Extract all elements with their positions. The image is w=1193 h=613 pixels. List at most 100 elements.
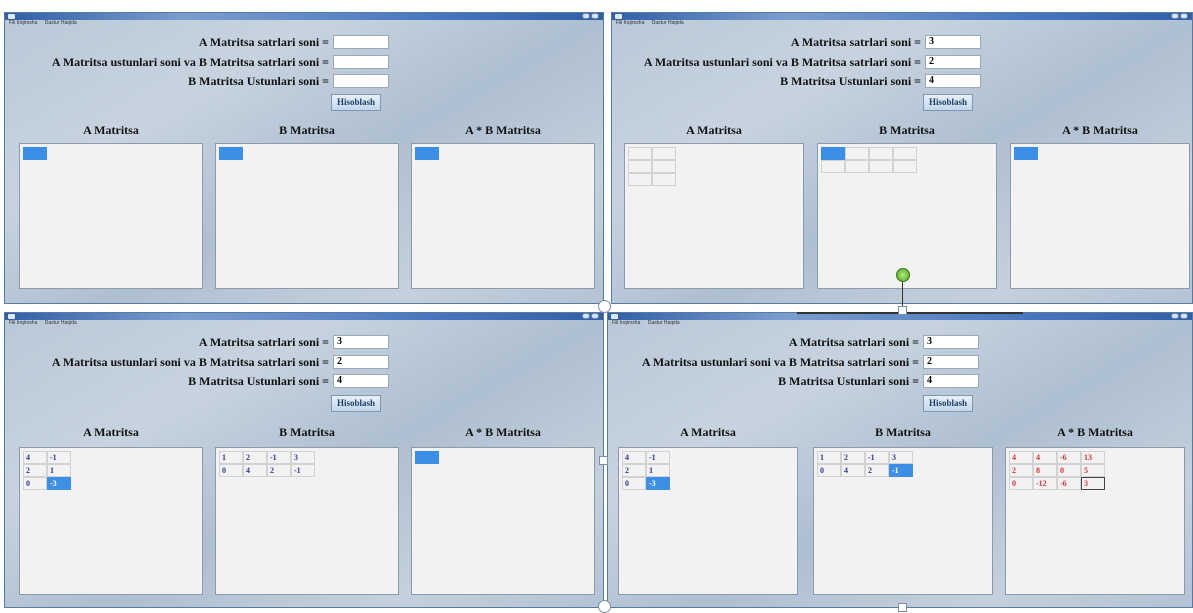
close-icon[interactable] xyxy=(1180,313,1188,319)
matrix-ab-cell[interactable] xyxy=(1014,147,1038,160)
matrix-b-cell[interactable]: 0 xyxy=(219,464,243,477)
matrix-a-cell[interactable]: 2 xyxy=(622,464,646,477)
matrix-b-cell[interactable]: -1 xyxy=(267,451,291,464)
matrix-a-cell[interactable] xyxy=(628,173,652,186)
menu-item-file[interactable]: Fili Inqirosha xyxy=(9,20,37,26)
matrix-ab-cell[interactable]: 8 xyxy=(1033,464,1057,477)
matrix-a-cell[interactable] xyxy=(652,173,676,186)
close-icon[interactable] xyxy=(591,313,599,319)
matrix-ab-cell[interactable]: 4 xyxy=(1033,451,1057,464)
a-rows-input[interactable]: 3 xyxy=(923,335,979,349)
matrix-b-cell[interactable]: 1 xyxy=(219,451,243,464)
matrix-b-cell[interactable] xyxy=(845,147,869,160)
resize-handle-icon[interactable] xyxy=(898,603,907,612)
matrix-b-grid[interactable] xyxy=(215,143,399,289)
matrix-ab-grid[interactable] xyxy=(411,447,595,595)
matrix-a-grid[interactable] xyxy=(19,143,203,289)
matrix-a-cell[interactable] xyxy=(652,160,676,173)
minimize-icon[interactable] xyxy=(1171,13,1179,19)
close-icon[interactable] xyxy=(591,13,599,19)
matrix-ab-cell[interactable] xyxy=(415,451,439,464)
rotation-handle-icon[interactable] xyxy=(896,268,910,282)
matrix-a-cell[interactable]: 0 xyxy=(23,477,47,490)
resize-corner-icon[interactable] xyxy=(598,600,611,613)
close-icon[interactable] xyxy=(1180,13,1188,19)
matrix-ab-cell[interactable]: -12 xyxy=(1033,477,1057,490)
a-rows-input[interactable]: 3 xyxy=(925,35,981,49)
matrix-ab-grid[interactable]: 4 4 -6 13 2 8 0 5 0 -12 -6 3 xyxy=(1005,447,1185,595)
matrix-b-grid[interactable] xyxy=(817,143,997,289)
matrix-ab-cell[interactable]: -6 xyxy=(1057,477,1081,490)
resize-handle-icon[interactable] xyxy=(599,456,608,465)
matrix-a-cell[interactable] xyxy=(628,160,652,173)
matrix-a-cell[interactable]: -1 xyxy=(47,451,71,464)
matrix-a-cell[interactable]: -3 xyxy=(646,477,670,490)
matrix-a-cell[interactable]: 0 xyxy=(622,477,646,490)
matrix-b-cell[interactable] xyxy=(845,160,869,173)
matrix-b-cell[interactable]: 3 xyxy=(291,451,315,464)
matrix-b-cell[interactable]: 4 xyxy=(243,464,267,477)
a-rows-input[interactable]: 3 xyxy=(333,335,389,349)
b-cols-input[interactable]: 4 xyxy=(333,374,389,388)
matrix-b-cell[interactable]: -1 xyxy=(865,451,889,464)
matrix-a-cell[interactable] xyxy=(628,147,652,160)
resize-handle-icon[interactable] xyxy=(898,306,907,315)
resize-corner-icon[interactable] xyxy=(598,300,611,313)
matrix-a-cell[interactable]: 2 xyxy=(23,464,47,477)
matrix-b-cell[interactable]: 2 xyxy=(865,464,889,477)
matrix-ab-cell[interactable]: 3 xyxy=(1081,477,1105,490)
matrix-a-grid[interactable] xyxy=(624,143,804,289)
matrix-a-cell[interactable]: -3 xyxy=(47,477,71,490)
calculate-button[interactable]: Hisoblash xyxy=(923,395,973,412)
matrix-a-grid[interactable]: 4 -1 2 1 0 -3 xyxy=(618,447,798,595)
matrix-a-cell[interactable]: 1 xyxy=(646,464,670,477)
menu-item-about[interactable]: Dastur Haqida xyxy=(652,20,684,26)
matrix-b-cell[interactable] xyxy=(893,160,917,173)
matrix-a-grid[interactable]: 4 -1 2 1 0 -3 xyxy=(19,447,203,595)
matrix-ab-cell[interactable] xyxy=(415,147,439,160)
matrix-a-cell[interactable]: 1 xyxy=(47,464,71,477)
calculate-button[interactable]: Hisoblash xyxy=(331,94,381,111)
b-cols-input[interactable]: 4 xyxy=(923,374,979,388)
matrix-b-cell[interactable]: 2 xyxy=(243,451,267,464)
a-cols-b-rows-input[interactable]: 2 xyxy=(923,355,979,369)
menu-item-file[interactable]: Fili Inqirosha xyxy=(612,320,640,326)
matrix-ab-grid[interactable] xyxy=(411,143,595,289)
a-cols-b-rows-input[interactable] xyxy=(333,55,389,69)
a-cols-b-rows-input[interactable]: 2 xyxy=(925,55,981,69)
b-cols-input[interactable] xyxy=(333,74,389,88)
b-cols-input[interactable]: 4 xyxy=(925,74,981,88)
calculate-button[interactable]: Hisoblash xyxy=(331,395,381,412)
matrix-a-cell[interactable] xyxy=(652,147,676,160)
matrix-b-cell[interactable] xyxy=(869,147,893,160)
minimize-icon[interactable] xyxy=(582,13,590,19)
matrix-ab-cell[interactable]: -6 xyxy=(1057,451,1081,464)
matrix-b-cell[interactable]: 0 xyxy=(817,464,841,477)
matrix-ab-grid[interactable] xyxy=(1010,143,1190,289)
menu-item-file[interactable]: Fili Inqirosha xyxy=(9,320,37,326)
matrix-b-cell[interactable] xyxy=(821,160,845,173)
matrix-b-cell[interactable] xyxy=(821,147,845,160)
matrix-a-cell[interactable]: -1 xyxy=(646,451,670,464)
matrix-ab-cell[interactable]: 13 xyxy=(1081,451,1105,464)
matrix-a-cell[interactable]: 4 xyxy=(23,451,47,464)
menu-item-about[interactable]: Dastur Haqida xyxy=(648,320,680,326)
matrix-a-cell[interactable]: 4 xyxy=(622,451,646,464)
minimize-icon[interactable] xyxy=(1171,313,1179,319)
matrix-b-cell[interactable]: 4 xyxy=(841,464,865,477)
minimize-icon[interactable] xyxy=(582,313,590,319)
a-cols-b-rows-input[interactable]: 2 xyxy=(333,355,389,369)
matrix-ab-cell[interactable]: 5 xyxy=(1081,464,1105,477)
matrix-b-cell[interactable]: -1 xyxy=(291,464,315,477)
matrix-b-cell[interactable] xyxy=(219,147,243,160)
a-rows-input[interactable] xyxy=(333,35,389,49)
matrix-b-cell[interactable]: 2 xyxy=(841,451,865,464)
calculate-button[interactable]: Hisoblash xyxy=(923,94,973,111)
matrix-b-grid[interactable]: 1 2 -1 3 0 4 2 -1 xyxy=(813,447,993,595)
matrix-b-cell[interactable]: -1 xyxy=(889,464,913,477)
matrix-b-grid[interactable]: 1 2 -1 3 0 4 2 -1 xyxy=(215,447,399,595)
matrix-ab-cell[interactable]: 0 xyxy=(1009,477,1033,490)
matrix-ab-cell[interactable]: 0 xyxy=(1057,464,1081,477)
matrix-b-cell[interactable]: 1 xyxy=(817,451,841,464)
matrix-b-cell[interactable]: 3 xyxy=(889,451,913,464)
